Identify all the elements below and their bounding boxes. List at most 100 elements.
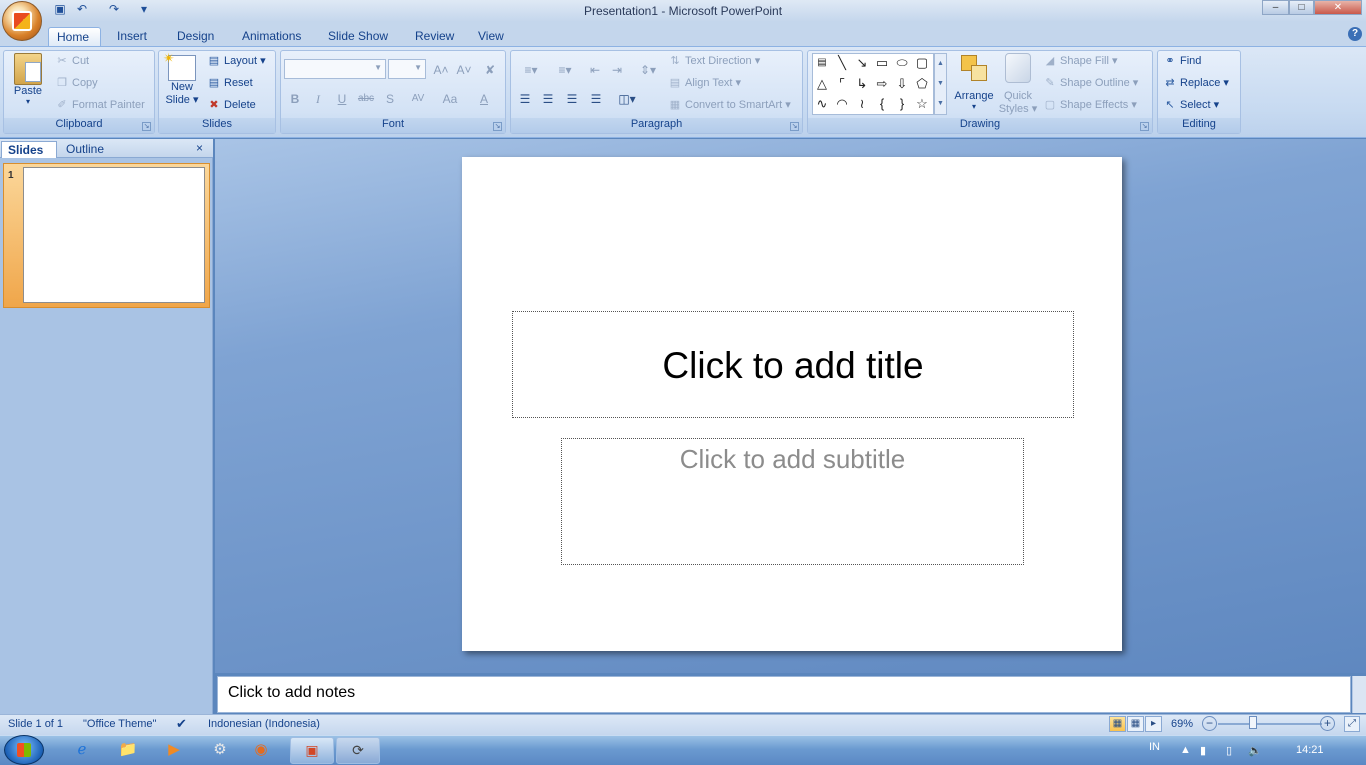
line-icon[interactable]: ╲	[833, 54, 851, 72]
align-right-icon[interactable]: ☰	[562, 89, 582, 108]
office-button[interactable]	[2, 1, 42, 41]
gallery-scroll-icon[interactable]: ▲ ▼ ▼	[934, 53, 947, 115]
zoom-in-button[interactable]: +	[1320, 716, 1335, 731]
find-button[interactable]: ⚭ Find	[1163, 54, 1201, 72]
columns-icon[interactable]: ◫▾	[612, 89, 642, 108]
bold-button[interactable]: B	[285, 89, 305, 108]
notes-pane[interactable]: Click to add notes	[217, 676, 1351, 713]
minimize-button[interactable]: –	[1262, 0, 1289, 15]
grow-font-button[interactable]: A˄	[431, 60, 451, 79]
maximize-button[interactable]: □	[1289, 0, 1314, 15]
tab-design[interactable]: Design	[169, 27, 222, 46]
internet-explorer-icon[interactable]: ℯ	[68, 738, 96, 762]
close-button[interactable]: ✕	[1314, 0, 1362, 15]
font-size-combo[interactable]: ▼	[388, 59, 426, 79]
format-painter-button[interactable]: ✐ Format Painter	[55, 98, 144, 116]
align-left-icon[interactable]: ☰	[515, 89, 535, 108]
rounded-rectangle-icon[interactable]: ▢	[913, 54, 931, 72]
line-spacing-icon[interactable]: ⇕▾	[633, 60, 663, 79]
select-button[interactable]: ↖ Select ▾	[1163, 98, 1219, 116]
replace-button[interactable]: ⇄ Replace ▾	[1163, 76, 1229, 94]
font-name-combo[interactable]: ▼	[284, 59, 386, 79]
copy-button[interactable]: ❐ Copy	[55, 76, 98, 94]
close-pane-icon[interactable]: ×	[196, 141, 208, 155]
tab-view[interactable]: View	[470, 27, 512, 46]
reset-button[interactable]: ▤ Reset	[207, 76, 253, 94]
language-status[interactable]: Indonesian (Indonesia)	[208, 718, 320, 730]
media-player-icon[interactable]: ▶	[160, 738, 188, 762]
volume-icon[interactable]: 🔈	[1248, 744, 1262, 757]
normal-view-button[interactable]: ▦	[1109, 716, 1126, 732]
subtitle-placeholder[interactable]: Click to add subtitle	[561, 438, 1024, 565]
delete-button[interactable]: ✖ Delete	[207, 98, 255, 116]
zoom-slider[interactable]	[1218, 723, 1322, 725]
new-slide-button[interactable]: ✴ New Slide ▾	[162, 50, 202, 115]
convert-smartart-button[interactable]: ▦ Convert to SmartArt ▾	[668, 98, 791, 116]
align-center-icon[interactable]: ☰	[538, 89, 558, 108]
tab-review[interactable]: Review	[407, 27, 462, 46]
down-arrow-icon[interactable]: ⇩	[893, 75, 911, 93]
network-icon[interactable]: ▮	[1200, 744, 1206, 757]
title-placeholder[interactable]: Click to add title	[512, 311, 1074, 418]
align-text-button[interactable]: ▤ Align Text ▾	[668, 76, 741, 94]
redo-icon[interactable]: ↷	[106, 2, 122, 18]
shadow-button[interactable]: S	[380, 89, 400, 108]
save-icon[interactable]: ▣	[52, 2, 68, 18]
curve-icon[interactable]: ≀	[853, 95, 871, 113]
underline-button[interactable]: U	[332, 89, 352, 108]
battery-icon[interactable]: ▯	[1226, 744, 1232, 757]
italic-button[interactable]: I	[308, 89, 328, 108]
right-arrow-icon[interactable]: ⇨	[873, 75, 891, 93]
strikethrough-button[interactable]: abc	[356, 89, 376, 108]
start-button[interactable]	[4, 735, 44, 765]
paste-button[interactable]: Paste ▾	[8, 53, 48, 113]
tab-home[interactable]: Home	[48, 27, 101, 46]
dialog-launcher-icon[interactable]: ↘	[493, 122, 502, 131]
shape-fill-button[interactable]: ◢ Shape Fill ▾	[1043, 54, 1118, 72]
app-taskbar-icon[interactable]: ⟳	[336, 737, 380, 764]
clock[interactable]: 14:21	[1296, 744, 1324, 756]
tab-slides[interactable]: Slides	[1, 141, 57, 158]
language-indicator[interactable]: IN	[1149, 741, 1160, 753]
oval-icon[interactable]: ⬭	[893, 54, 911, 72]
elbow-connector-icon[interactable]: ⌜	[833, 75, 851, 93]
dialog-launcher-icon[interactable]: ↘	[142, 122, 151, 131]
justify-icon[interactable]: ☰	[586, 89, 606, 108]
show-hidden-icons-icon[interactable]: ▲	[1180, 744, 1191, 756]
spell-check-icon[interactable]: ✔	[176, 716, 187, 732]
slide-sorter-button[interactable]: ▦	[1127, 716, 1144, 732]
arc-icon[interactable]: ◠	[833, 95, 851, 113]
shape-outline-button[interactable]: ✎ Shape Outline ▾	[1043, 76, 1138, 94]
freeform-icon[interactable]: ∿	[813, 95, 831, 113]
arrow-line-icon[interactable]: ↘	[853, 54, 871, 72]
elbow-arrow-icon[interactable]: ↳	[853, 75, 871, 93]
undo-icon[interactable]: ↶	[74, 2, 90, 18]
font-color-button[interactable]: A	[470, 89, 498, 108]
shape-effects-button[interactable]: ▢ Shape Effects ▾	[1043, 98, 1137, 116]
quick-styles-button[interactable]: Quick Styles ▾	[998, 53, 1038, 115]
right-brace-icon[interactable]: }	[893, 95, 911, 113]
dialog-launcher-icon[interactable]: ↘	[790, 122, 799, 131]
decrease-indent-icon[interactable]: ⇤	[585, 60, 605, 79]
zoom-level[interactable]: 69%	[1171, 718, 1193, 730]
notes-scrollbar[interactable]	[1352, 676, 1366, 713]
firefox-icon[interactable]: ◉	[247, 738, 275, 762]
slide-show-button[interactable]: ▸	[1145, 716, 1162, 732]
customize-qat-icon[interactable]: ▾	[136, 2, 152, 18]
bullets-icon[interactable]: ≡▾	[515, 60, 547, 79]
star-icon[interactable]: ☆	[913, 95, 931, 113]
powerpoint-taskbar-icon[interactable]: ▣	[290, 737, 334, 764]
change-case-button[interactable]: Aa	[436, 89, 464, 108]
arrange-button[interactable]: Arrange ▾	[952, 53, 996, 115]
cut-button[interactable]: ✂ Cut	[55, 54, 89, 72]
text-direction-button[interactable]: ⇅ Text Direction ▾	[668, 54, 760, 72]
zoom-slider-thumb[interactable]	[1249, 716, 1257, 729]
explorer-folder-icon[interactable]: 📁	[114, 738, 142, 762]
layout-button[interactable]: ▤ Layout ▾	[207, 54, 266, 72]
tab-insert[interactable]: Insert	[109, 27, 155, 46]
character-spacing-button[interactable]: AV	[404, 89, 432, 108]
zoom-out-button[interactable]: −	[1202, 716, 1217, 731]
numbering-icon[interactable]: ≡▾	[549, 60, 581, 79]
shrink-font-button[interactable]: A˅	[454, 60, 474, 79]
slide-thumbnail[interactable]	[23, 167, 205, 303]
